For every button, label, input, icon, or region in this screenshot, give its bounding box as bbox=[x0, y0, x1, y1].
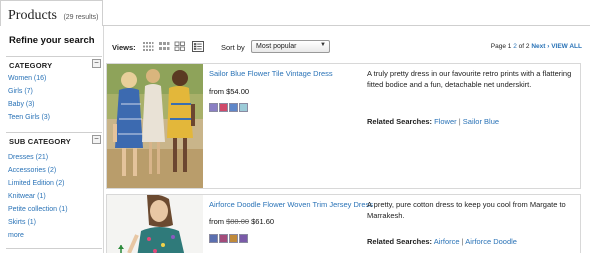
facet-skirts[interactable]: Skirts (1) bbox=[8, 219, 36, 226]
next-page-link[interactable]: Next › bbox=[531, 43, 549, 50]
related-link-flower[interactable]: Flower bbox=[434, 117, 457, 126]
sort-value: Most popular bbox=[256, 43, 297, 50]
product-price: from $54.00 bbox=[209, 87, 249, 96]
facet-more-link[interactable]: more bbox=[8, 232, 24, 239]
header-divider bbox=[103, 25, 590, 26]
grid-small-icon[interactable] bbox=[142, 41, 154, 52]
facet-petite-collection[interactable]: Petite collection (1) bbox=[8, 206, 68, 213]
related-separator: | bbox=[461, 237, 464, 246]
price-value: $54.00 bbox=[226, 87, 250, 96]
price-value: $61.60 bbox=[251, 217, 275, 226]
facet-baby[interactable]: Baby (3) bbox=[8, 101, 34, 108]
product-image[interactable] bbox=[107, 64, 203, 188]
related-link-airforce[interactable]: Airforce bbox=[434, 237, 460, 246]
grid-large-icon[interactable] bbox=[174, 41, 186, 52]
dropdown-arrow-icon: ▼ bbox=[320, 42, 326, 48]
list-icon[interactable] bbox=[192, 41, 204, 52]
subcategory-title: SUB CATEGORY bbox=[9, 137, 71, 146]
facet-limited-edition[interactable]: Limited Edition (2) bbox=[8, 180, 64, 187]
colour-swatches bbox=[209, 103, 249, 113]
colour-swatch[interactable] bbox=[229, 103, 238, 112]
product-card: Airforce Doodle Flower Woven Trim Jersey… bbox=[106, 194, 581, 253]
price-prefix: from bbox=[209, 217, 224, 226]
products-tab: Products (29 results) bbox=[0, 0, 103, 26]
refine-sidebar: Refine your search CATEGORY − Women (16)… bbox=[0, 26, 104, 253]
original-price: $88.00 bbox=[226, 217, 250, 226]
sort-select[interactable]: Most popular ▼ bbox=[251, 40, 330, 53]
product-image[interactable] bbox=[107, 195, 203, 253]
next-section-header bbox=[6, 248, 102, 253]
results-toolbar: Views: Sort by Most popular ▼ Page 1 2 o… bbox=[112, 40, 582, 56]
product-name-link[interactable]: Airforce Doodle Flower Woven Trim Jersey… bbox=[209, 200, 373, 209]
grid-medium-icon[interactable] bbox=[158, 41, 170, 52]
colour-swatch[interactable] bbox=[239, 234, 248, 243]
related-searches: Related Searches: Airforce | Airforce Do… bbox=[367, 237, 517, 246]
facet-knitwear[interactable]: Knitwear (1) bbox=[8, 193, 46, 200]
views-label: Views: bbox=[112, 43, 136, 52]
current-page: 1 bbox=[507, 43, 512, 50]
product-card: Sailor Blue Flower Tile Vintage Dress fr… bbox=[106, 63, 581, 189]
colour-swatch[interactable] bbox=[209, 234, 218, 243]
related-link-airforce-doodle[interactable]: Airforce Doodle bbox=[465, 237, 517, 246]
colour-swatch[interactable] bbox=[219, 234, 228, 243]
colour-swatches bbox=[209, 234, 249, 244]
related-label: Related Searches: bbox=[367, 117, 433, 126]
facet-teen-girls[interactable]: Teen Girls (3) bbox=[8, 114, 50, 121]
facet-accessories[interactable]: Accessories (2) bbox=[8, 167, 56, 174]
product-description: A truly pretty dress in our favourite re… bbox=[367, 69, 572, 89]
page-title: Products bbox=[8, 8, 57, 23]
view-all-link[interactable]: VIEW ALL bbox=[551, 43, 582, 50]
colour-swatch[interactable] bbox=[209, 103, 218, 112]
page-2-link[interactable]: 2 bbox=[513, 43, 517, 50]
page-prefix: Page bbox=[490, 43, 506, 50]
refine-title: Refine your search bbox=[9, 35, 95, 46]
sort-label: Sort by bbox=[221, 43, 245, 52]
related-separator: | bbox=[458, 117, 461, 126]
facet-women[interactable]: Women (16) bbox=[8, 75, 46, 82]
collapse-subcategory-button[interactable]: − bbox=[92, 135, 101, 144]
facet-girls[interactable]: Girls (7) bbox=[8, 88, 33, 95]
product-name-link[interactable]: Sailor Blue Flower Tile Vintage Dress bbox=[209, 69, 333, 78]
product-description: A pretty, pure cotton dress to keep you … bbox=[367, 200, 566, 220]
product-price: from $88.00 $61.60 bbox=[209, 217, 274, 226]
pagination: Page 1 2 of 2 Next › VIEW ALL bbox=[491, 43, 582, 50]
category-title: CATEGORY bbox=[9, 61, 53, 70]
colour-swatch[interactable] bbox=[219, 103, 228, 112]
page-total: of 2 bbox=[518, 43, 530, 50]
collapse-category-button[interactable]: − bbox=[92, 59, 101, 68]
related-label: Related Searches: bbox=[367, 237, 433, 246]
facet-dresses[interactable]: Dresses (21) bbox=[8, 154, 48, 161]
colour-swatch[interactable] bbox=[239, 103, 248, 112]
results-count: (29 results) bbox=[63, 14, 99, 21]
related-link-sailor-blue[interactable]: Sailor Blue bbox=[463, 117, 499, 126]
related-searches: Related Searches: Flower | Sailor Blue bbox=[367, 117, 499, 126]
price-prefix: from bbox=[209, 87, 224, 96]
category-section-header: CATEGORY − bbox=[6, 56, 102, 70]
subcategory-section-header: SUB CATEGORY − bbox=[6, 132, 102, 146]
colour-swatch[interactable] bbox=[229, 234, 238, 243]
